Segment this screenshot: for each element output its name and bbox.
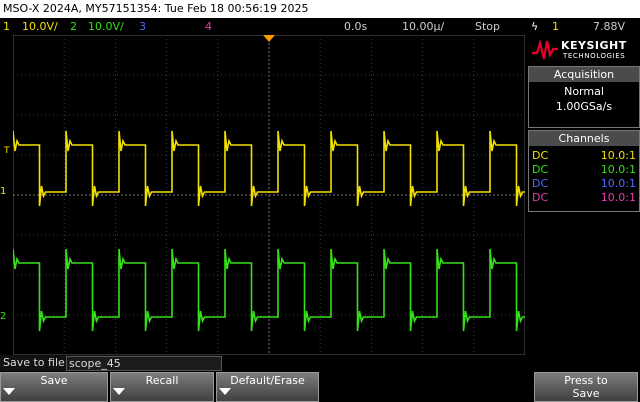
recall-softkey-label: Recall [145, 374, 179, 387]
ch1-coupling: DC [532, 149, 549, 162]
press-save-label: Save [572, 387, 600, 400]
waveform-display[interactable] [13, 35, 525, 355]
channels-panel[interactable]: Channels DC 10.0:1 DC 10.0:1 DC 10.0:1 D… [528, 130, 640, 212]
acquisition-mode: Normal [564, 85, 604, 98]
ch3-number[interactable]: 3 [139, 18, 146, 35]
instrument-title: MSO-X 2024A, MY57151354: Tue Feb 18 00:5… [3, 2, 309, 15]
ch2-scale[interactable]: 10.0V/ [88, 18, 124, 35]
down-arrow-icon [219, 388, 231, 395]
status-bar: 1 10.0V/ 2 10.0V/ 3 4 0.0s 10.00µ/ Stop … [0, 18, 640, 35]
acquisition-header: Acquisition [529, 67, 639, 82]
ch2-ground-marker[interactable]: 2 [0, 311, 6, 322]
channel-row-1[interactable]: DC 10.0:1 [529, 149, 639, 163]
ch1-probe: 10.0:1 [600, 149, 636, 162]
ch1-scale[interactable]: 10.0V/ [22, 18, 58, 35]
run-state[interactable]: Stop [475, 18, 500, 35]
trigger-edge-icon: ϟ [531, 20, 539, 33]
ch1-number[interactable]: 1 [3, 18, 10, 35]
trigger-position-icon[interactable] [263, 35, 275, 43]
side-panel: KEYSIGHT TECHNOLOGIES Acquisition Normal… [528, 35, 640, 355]
acquisition-panel[interactable]: Acquisition Normal 1.00GSa/s [528, 66, 640, 128]
ch2-probe: 10.0:1 [600, 163, 636, 176]
ch4-coupling: DC [532, 191, 549, 204]
sample-rate: 1.00GSa/s [555, 100, 613, 113]
ch1-ground-marker[interactable]: 1 [0, 186, 6, 197]
channel-row-4[interactable]: DC 10.0:1 [529, 191, 639, 205]
press-to-save-softkey[interactable]: Press to Save [534, 372, 638, 402]
ch3-coupling: DC [532, 177, 549, 190]
keysight-logo: KEYSIGHT TECHNOLOGIES [528, 35, 638, 65]
timebase-scale[interactable]: 10.00µ/ [402, 18, 444, 35]
save-to-file-bar: Save to file = scope_45 [0, 355, 222, 371]
channels-header: Channels [529, 131, 639, 146]
ch2-number[interactable]: 2 [70, 18, 77, 35]
trigger-level-marker[interactable]: T [4, 146, 10, 156]
logo-sub: TECHNOLOGIES [563, 52, 626, 60]
save-softkey[interactable]: Save [0, 372, 108, 402]
channel-row-3[interactable]: DC 10.0:1 [529, 177, 639, 191]
recall-softkey[interactable]: Recall [110, 372, 214, 402]
time-delay[interactable]: 0.0s [344, 18, 367, 35]
save-filename-field[interactable]: scope_45 [66, 356, 222, 371]
ch4-number[interactable]: 4 [205, 18, 212, 35]
default-erase-softkey-label: Default/Erase [230, 374, 305, 387]
channel-row-2[interactable]: DC 10.0:1 [529, 163, 639, 177]
save-softkey-label: Save [40, 374, 68, 387]
title-bar: MSO-X 2024A, MY57151354: Tue Feb 18 00:5… [0, 0, 640, 18]
default-erase-softkey[interactable]: Default/Erase [216, 372, 319, 402]
press-to-label: Press to [564, 374, 608, 387]
keysight-wave-icon [532, 39, 558, 60]
down-arrow-icon [113, 388, 125, 395]
trigger-level[interactable]: 7.88V [593, 18, 625, 35]
ch4-probe: 10.0:1 [600, 191, 636, 204]
ch2-coupling: DC [532, 163, 549, 176]
down-arrow-icon [3, 388, 15, 395]
trigger-source[interactable]: 1 [552, 18, 559, 35]
ch3-probe: 10.0:1 [600, 177, 636, 190]
logo-name: KEYSIGHT [561, 39, 627, 52]
